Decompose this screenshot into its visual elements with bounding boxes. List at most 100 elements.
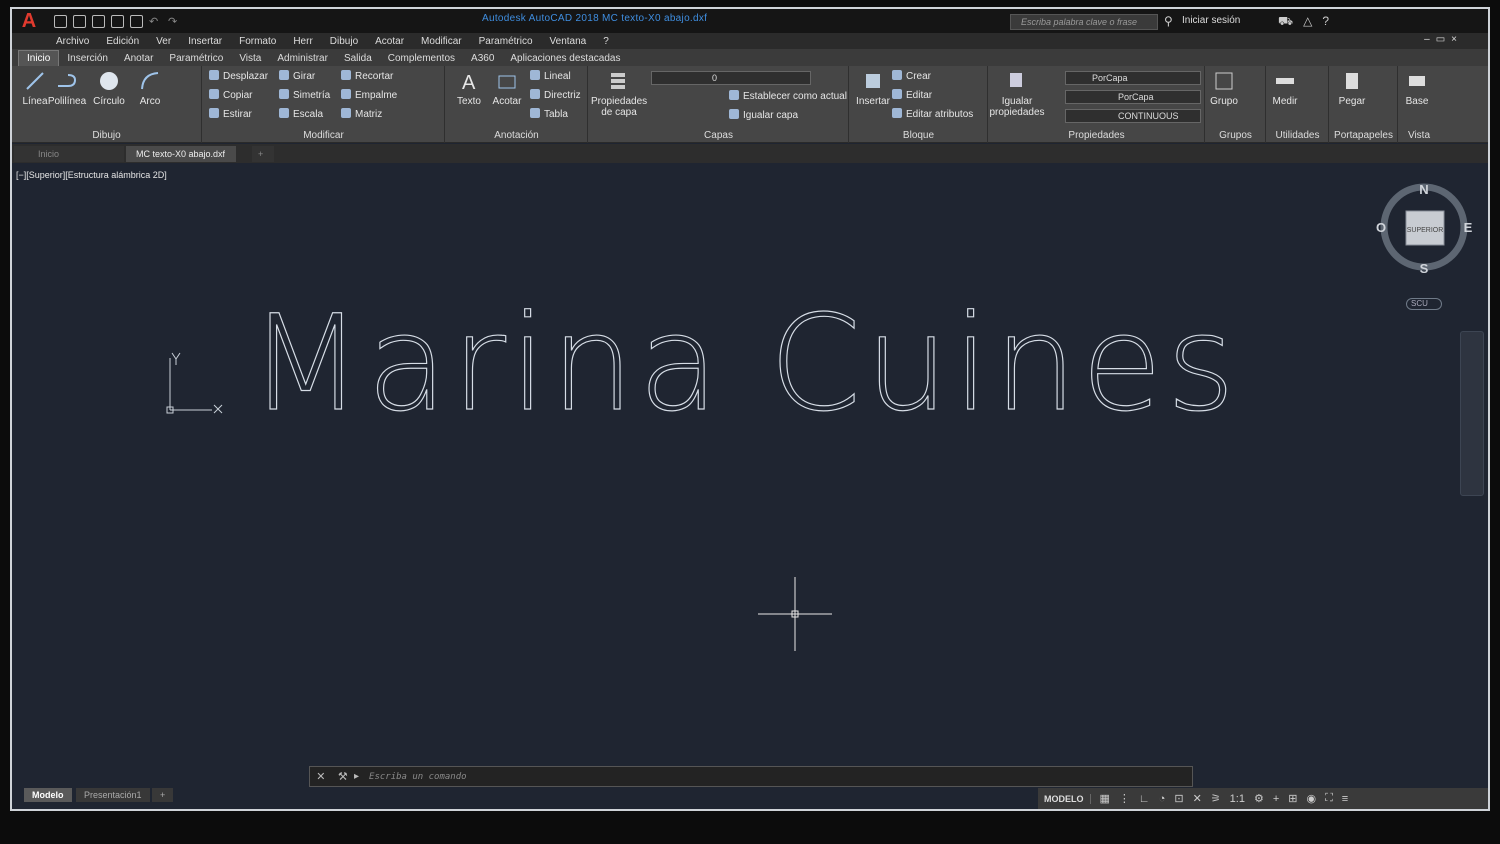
compass-o[interactable]: O: [1376, 220, 1386, 235]
drawing-canvas[interactable]: Marina Cuines: [12, 163, 1488, 763]
tab-vista[interactable]: Vista: [231, 51, 269, 66]
menu-dibujo[interactable]: Dibujo: [330, 36, 358, 47]
panel-title-modificar[interactable]: Modificar: [203, 130, 444, 141]
signin-button[interactable]: Iniciar sesión: [1182, 15, 1240, 26]
compass-n[interactable]: N: [1419, 182, 1428, 197]
linetype-dropdown[interactable]: PorCapa: [1065, 90, 1201, 104]
drawing-text[interactable]: Marina Cuines: [248, 286, 1239, 441]
matriz-button[interactable]: Matriz: [341, 108, 382, 122]
panel-title-propiedades[interactable]: Propiedades: [989, 130, 1204, 141]
annotation-scale-icon[interactable]: ⚞: [1211, 792, 1221, 805]
directriz-button[interactable]: Directriz: [530, 89, 581, 103]
tab-active-drawing[interactable]: MC texto-X0 abajo.dxf: [126, 146, 236, 162]
estirar-button[interactable]: Estirar: [209, 108, 252, 122]
ortho-icon[interactable]: ∟: [1139, 793, 1150, 805]
tab-modelo[interactable]: Modelo: [24, 788, 72, 802]
new-icon[interactable]: [54, 14, 67, 28]
undo-icon[interactable]: ↶: [149, 15, 162, 28]
redo-icon[interactable]: ↷: [168, 15, 181, 28]
tab-aplicaciones[interactable]: Aplicaciones destacadas: [502, 51, 628, 66]
help-icon[interactable]: ?: [1322, 14, 1329, 30]
ucs-menu[interactable]: SCU: [1406, 298, 1442, 310]
menu-parametrico[interactable]: Paramétrico: [479, 36, 533, 47]
osnap-icon[interactable]: ⊡: [1174, 792, 1183, 805]
circulo-button[interactable]: Círculo: [86, 70, 132, 107]
tab-administrar[interactable]: Administrar: [269, 51, 336, 66]
menu-ver[interactable]: Ver: [156, 36, 171, 47]
panel-title-vista[interactable]: Vista: [1399, 130, 1439, 141]
layer-dropdown[interactable]: 0: [651, 71, 811, 85]
color-dropdown[interactable]: PorCapa: [1065, 71, 1201, 85]
a360-icon[interactable]: △: [1303, 14, 1312, 30]
menu-ventana[interactable]: Ventana: [550, 36, 587, 47]
menu-edicion[interactable]: Edición: [106, 36, 139, 47]
viewcube[interactable]: SUPERIOR N S E O: [1376, 179, 1472, 275]
menu-formato[interactable]: Formato: [239, 36, 276, 47]
viewport-controls-label[interactable]: [−][Superior][Estructura alámbrica 2D]: [16, 170, 167, 180]
customize-icon[interactable]: ≡: [1342, 793, 1348, 805]
scale-value[interactable]: 1:1: [1230, 793, 1245, 805]
workspace-icon[interactable]: ⊞: [1288, 792, 1297, 805]
plus-icon[interactable]: +: [1273, 793, 1279, 805]
compass-s[interactable]: S: [1420, 261, 1429, 275]
igualar-propiedades-button[interactable]: Igualar propiedades: [989, 70, 1045, 118]
polar-icon[interactable]: ◔: [1159, 793, 1166, 805]
menu-help[interactable]: ?: [603, 36, 609, 47]
document-window-controls[interactable]: –▭×: [1424, 34, 1463, 45]
recortar-button[interactable]: Recortar: [341, 70, 393, 84]
command-input[interactable]: Escriba un comando: [369, 772, 467, 782]
acotar-button[interactable]: Acotar: [484, 70, 530, 107]
snap-icon[interactable]: ⋮: [1119, 792, 1130, 805]
panel-title-dibujo[interactable]: Dibujo: [12, 130, 201, 141]
menu-acotar[interactable]: Acotar: [375, 36, 404, 47]
tab-insercion[interactable]: Inserción: [59, 51, 116, 66]
tab-anotar[interactable]: Anotar: [116, 51, 161, 66]
tab-complementos[interactable]: Complementos: [380, 51, 463, 66]
tab-presentacion1[interactable]: Presentación1: [76, 788, 150, 802]
isolate-icon[interactable]: ◉: [1306, 792, 1316, 805]
annotation-icon[interactable]: ✕: [1193, 792, 1202, 805]
model-space-toggle[interactable]: MODELO: [1038, 793, 1091, 804]
save-as-icon[interactable]: [111, 14, 124, 28]
add-layout-button[interactable]: +: [152, 788, 174, 802]
panel-title-capas[interactable]: Capas: [589, 130, 848, 141]
tabla-button[interactable]: Tabla: [530, 108, 568, 122]
crear-button[interactable]: Crear: [892, 70, 931, 84]
tab-parametrico[interactable]: Paramétrico: [161, 51, 231, 66]
close-icon[interactable]: ✕: [316, 770, 325, 783]
desplazar-button[interactable]: Desplazar: [209, 70, 268, 84]
editar-button[interactable]: Editar: [892, 89, 932, 103]
print-icon[interactable]: [130, 14, 143, 28]
medir-button[interactable]: Medir: [1263, 70, 1307, 107]
fullscreen-icon[interactable]: ⛶: [1325, 792, 1333, 805]
menu-modificar[interactable]: Modificar: [421, 36, 462, 47]
new-tab-button[interactable]: +: [252, 146, 274, 162]
tab-inicio[interactable]: Inicio: [18, 50, 60, 66]
menu-archivo[interactable]: Archivo: [56, 36, 89, 47]
navigation-bar[interactable]: [1460, 331, 1484, 496]
search-input[interactable]: Escriba palabra clave o frase: [1010, 14, 1158, 30]
establecer-actual-button[interactable]: Establecer como actual: [729, 90, 847, 104]
insertar-button[interactable]: Insertar: [850, 70, 896, 107]
open-icon[interactable]: [73, 14, 86, 28]
compass-e[interactable]: E: [1464, 220, 1472, 235]
propiedades-capa-button[interactable]: Propiedades de capa: [591, 70, 647, 118]
empalme-button[interactable]: Empalme: [341, 89, 397, 103]
command-prompt-icon[interactable]: ▸: [354, 771, 359, 782]
tab-a360[interactable]: A360: [463, 51, 502, 66]
binoculars-icon[interactable]: ⚲: [1164, 14, 1173, 28]
app-menu-button[interactable]: A: [12, 9, 46, 33]
save-icon[interactable]: [92, 14, 105, 28]
menu-herr[interactable]: Herr: [293, 36, 312, 47]
tab-salida[interactable]: Salida: [336, 51, 380, 66]
editar-atributos-button[interactable]: Editar atributos: [892, 108, 973, 122]
polilinea-button[interactable]: Polilínea: [44, 70, 90, 107]
gear-icon[interactable]: ⚙: [1254, 792, 1264, 805]
wrench-icon[interactable]: ⚒: [338, 770, 348, 783]
simetria-button[interactable]: Simetría: [279, 89, 330, 103]
copiar-button[interactable]: Copiar: [209, 89, 252, 103]
tab-inicio-doc[interactable]: Inicio: [14, 146, 124, 162]
panel-title-grupos[interactable]: Grupos: [1206, 130, 1265, 141]
grid-icon[interactable]: ▦: [1100, 792, 1110, 805]
panel-title-bloque[interactable]: Bloque: [850, 130, 987, 141]
